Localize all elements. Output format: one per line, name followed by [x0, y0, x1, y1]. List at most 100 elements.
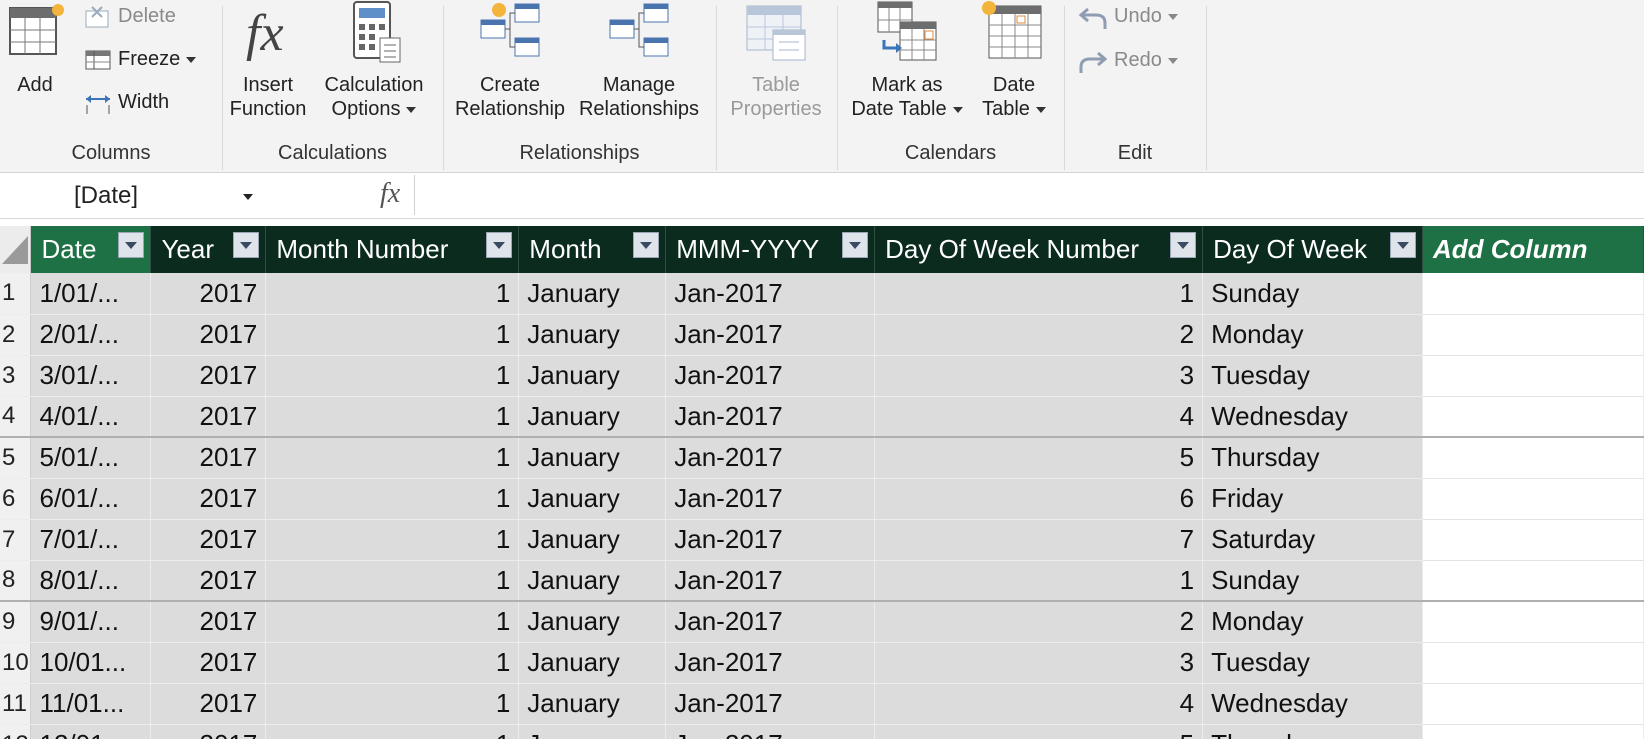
year-cell[interactable]: 2017 [150, 519, 267, 561]
redo-button[interactable]: Redo [1078, 46, 1178, 74]
filter-dropdown-icon[interactable] [233, 232, 260, 258]
day-of-week-number-cell[interactable]: 4 [874, 683, 1204, 725]
day-of-week-cell[interactable]: Thursday [1202, 724, 1423, 739]
month-number-cell[interactable]: 1 [265, 314, 520, 356]
year-cell[interactable]: 2017 [150, 601, 267, 643]
filter-dropdown-icon[interactable] [1170, 232, 1197, 258]
day-of-week-number-cell[interactable]: 5 [874, 724, 1204, 739]
add-column-cell[interactable] [1422, 724, 1644, 739]
month-cell[interactable]: January [518, 314, 667, 356]
column-header[interactable]: Date [30, 226, 152, 273]
year-cell[interactable]: 2017 [150, 355, 267, 397]
date-cell[interactable]: 3/01/... [30, 355, 152, 397]
column-header[interactable]: Day Of Week Number [874, 226, 1204, 273]
filter-dropdown-icon[interactable] [486, 232, 513, 258]
day-of-week-cell[interactable]: Wednesday [1202, 683, 1423, 725]
day-of-week-cell[interactable]: Tuesday [1202, 642, 1423, 684]
add-column-cell[interactable] [1422, 314, 1644, 356]
date-cell[interactable]: 6/01/... [30, 478, 152, 520]
mmm-yyyy-cell[interactable]: Jan-2017 [665, 683, 876, 725]
freeze-button[interactable]: Freeze [84, 45, 197, 73]
add-column-cell[interactable] [1422, 396, 1644, 438]
mmm-yyyy-cell[interactable]: Jan-2017 [665, 437, 876, 479]
day-of-week-number-cell[interactable]: 2 [874, 601, 1204, 643]
create-relationship-button[interactable]: Create Relationship [453, 0, 567, 124]
add-column-cell[interactable] [1422, 642, 1644, 684]
month-number-cell[interactable]: 1 [265, 601, 520, 643]
add-column-cell[interactable] [1422, 601, 1644, 643]
month-number-cell[interactable]: 1 [265, 519, 520, 561]
width-button[interactable]: Width [84, 88, 169, 116]
column-header[interactable]: MMM-YYYY [665, 226, 876, 273]
date-cell[interactable]: 4/01/... [30, 396, 152, 438]
filter-dropdown-icon[interactable] [842, 232, 869, 258]
mmm-yyyy-cell[interactable]: Jan-2017 [665, 314, 876, 356]
add-column-cell[interactable] [1422, 273, 1644, 315]
month-number-cell[interactable]: 1 [265, 683, 520, 725]
day-of-week-number-cell[interactable]: 2 [874, 314, 1204, 356]
month-number-cell[interactable]: 1 [265, 478, 520, 520]
fx-icon[interactable]: fx [380, 178, 400, 210]
row-number[interactable]: 3 [0, 355, 32, 397]
month-number-cell[interactable]: 1 [265, 642, 520, 684]
add-column-button[interactable]: Add [2, 0, 68, 96]
day-of-week-cell[interactable]: Monday [1202, 601, 1423, 643]
filter-dropdown-icon[interactable] [1389, 232, 1416, 258]
day-of-week-number-cell[interactable]: 3 [874, 355, 1204, 397]
month-cell[interactable]: January [518, 560, 667, 602]
undo-button[interactable]: Undo [1078, 2, 1178, 30]
delete-column-button[interactable]: Delete [84, 2, 176, 30]
year-cell[interactable]: 2017 [150, 478, 267, 520]
manage-relationships-button[interactable]: Manage Relationships [575, 0, 703, 124]
day-of-week-number-cell[interactable]: 6 [874, 478, 1204, 520]
date-cell[interactable]: 8/01/... [30, 560, 152, 602]
row-number[interactable]: 5 [0, 437, 32, 479]
name-box[interactable]: [Date] [0, 173, 255, 218]
date-cell[interactable]: 10/01... [30, 642, 152, 684]
year-cell[interactable]: 2017 [150, 560, 267, 602]
year-cell[interactable]: 2017 [150, 396, 267, 438]
month-cell[interactable]: January [518, 519, 667, 561]
row-number[interactable]: 11 [0, 683, 32, 725]
day-of-week-cell[interactable]: Friday [1202, 478, 1423, 520]
month-cell[interactable]: January [518, 724, 667, 739]
column-header[interactable]: Month [518, 226, 667, 273]
month-cell[interactable]: January [518, 437, 667, 479]
month-cell[interactable]: January [518, 683, 667, 725]
row-number[interactable]: 2 [0, 314, 32, 356]
date-cell[interactable]: 7/01/... [30, 519, 152, 561]
row-number[interactable]: 1 [0, 273, 32, 315]
year-cell[interactable]: 2017 [150, 314, 267, 356]
add-column-cell[interactable] [1422, 683, 1644, 725]
day-of-week-number-cell[interactable]: 3 [874, 642, 1204, 684]
year-cell[interactable]: 2017 [150, 683, 267, 725]
month-number-cell[interactable]: 1 [265, 396, 520, 438]
add-column-cell[interactable] [1422, 478, 1644, 520]
day-of-week-cell[interactable]: Wednesday [1202, 396, 1423, 438]
mmm-yyyy-cell[interactable]: Jan-2017 [665, 519, 876, 561]
month-cell[interactable]: January [518, 478, 667, 520]
filter-dropdown-icon[interactable] [633, 232, 660, 258]
day-of-week-number-cell[interactable]: 1 [874, 273, 1204, 315]
formula-input[interactable] [416, 173, 1644, 220]
day-of-week-cell[interactable]: Saturday [1202, 519, 1423, 561]
month-cell[interactable]: January [518, 355, 667, 397]
month-number-cell[interactable]: 1 [265, 355, 520, 397]
day-of-week-number-cell[interactable]: 7 [874, 519, 1204, 561]
date-cell[interactable]: 12/01... [30, 724, 152, 739]
year-cell[interactable]: 2017 [150, 724, 267, 739]
month-number-cell[interactable]: 1 [265, 724, 520, 739]
add-column-cell[interactable] [1422, 437, 1644, 479]
month-number-cell[interactable]: 1 [265, 437, 520, 479]
row-number[interactable]: 7 [0, 519, 32, 561]
mmm-yyyy-cell[interactable]: Jan-2017 [665, 396, 876, 438]
row-number[interactable]: 12 [0, 724, 32, 739]
row-number[interactable]: 4 [0, 396, 32, 438]
column-header[interactable]: Year [150, 226, 267, 273]
year-cell[interactable]: 2017 [150, 437, 267, 479]
month-cell[interactable]: January [518, 601, 667, 643]
row-number[interactable]: 9 [0, 601, 32, 643]
row-number[interactable]: 10 [0, 642, 32, 684]
add-column-cell[interactable] [1422, 355, 1644, 397]
date-cell[interactable]: 11/01... [30, 683, 152, 725]
